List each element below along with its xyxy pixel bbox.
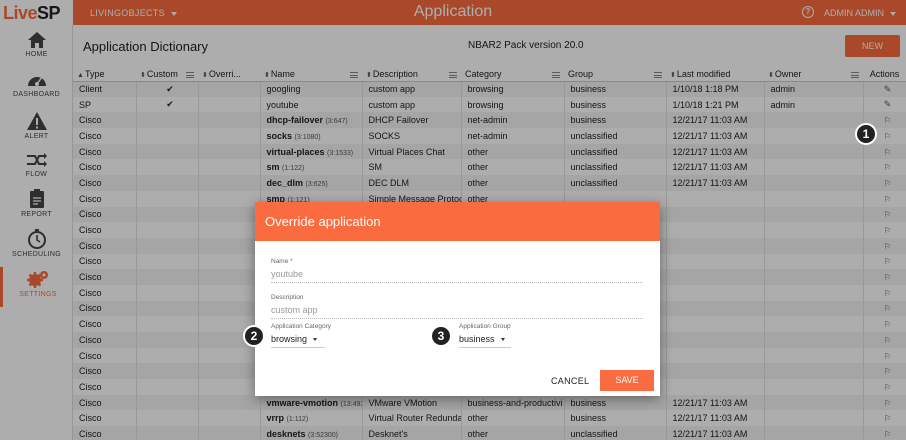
category-value: browsing: [271, 334, 308, 344]
override-application-dialog: Override application Name * youtube Desc…: [255, 202, 660, 396]
description-field[interactable]: custom app: [271, 305, 643, 319]
name-field[interactable]: youtube: [271, 269, 643, 283]
description-label: Description: [271, 294, 304, 301]
group-value: business: [459, 334, 495, 344]
name-label: Name *: [271, 258, 293, 265]
chevron-down-icon: [500, 338, 505, 342]
dialog-title: Override application: [255, 202, 660, 241]
chevron-down-icon: [313, 338, 318, 342]
callout-3: 3: [430, 325, 452, 347]
group-label: Application Group: [459, 323, 511, 330]
category-label: Application Category: [271, 323, 331, 330]
group-select[interactable]: business: [459, 334, 511, 348]
category-select[interactable]: browsing: [271, 334, 325, 348]
callout-2: 2: [243, 325, 265, 347]
callout-1: 1: [855, 123, 877, 145]
save-button[interactable]: SAVE: [600, 370, 654, 391]
cancel-button[interactable]: CANCEL: [551, 376, 589, 386]
